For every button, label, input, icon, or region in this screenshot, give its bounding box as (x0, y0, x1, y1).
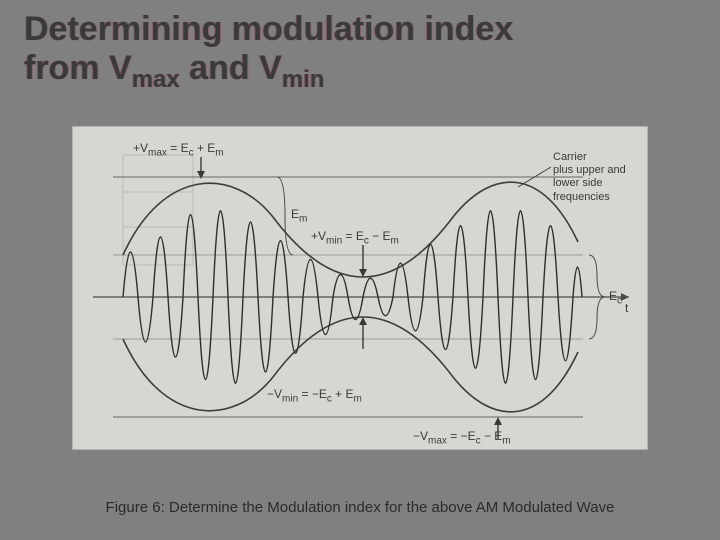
title-sub-min: min (282, 66, 325, 93)
title-mid: and V (180, 49, 282, 87)
label-t: t (625, 301, 628, 315)
label-em: Em (291, 207, 307, 224)
title-sub-max: max (132, 66, 180, 93)
label-vmax-top: +Vmax = Ec + Em (133, 141, 224, 158)
title-line2-pre: from V (24, 49, 132, 87)
label-ec: Ec (609, 289, 622, 306)
title-line1: Determining modulation index (24, 10, 513, 48)
label-vmin-bot: −Vmin = −Ec + Em (267, 387, 362, 404)
label-carrier: Carrier plus upper and lower side freque… (553, 151, 626, 204)
figure-box: +Vmax = Ec + Em +Vmin = Ec − Em Carrier … (72, 126, 648, 450)
figure-caption: Figure 6: Determine the Modulation index… (0, 499, 720, 516)
page-title: Determining modulation index from Vmax a… (24, 10, 513, 93)
label-vmin-top: +Vmin = Ec − Em (311, 229, 399, 246)
label-vmax-bot: −Vmax = −Ec − Em (413, 429, 511, 446)
